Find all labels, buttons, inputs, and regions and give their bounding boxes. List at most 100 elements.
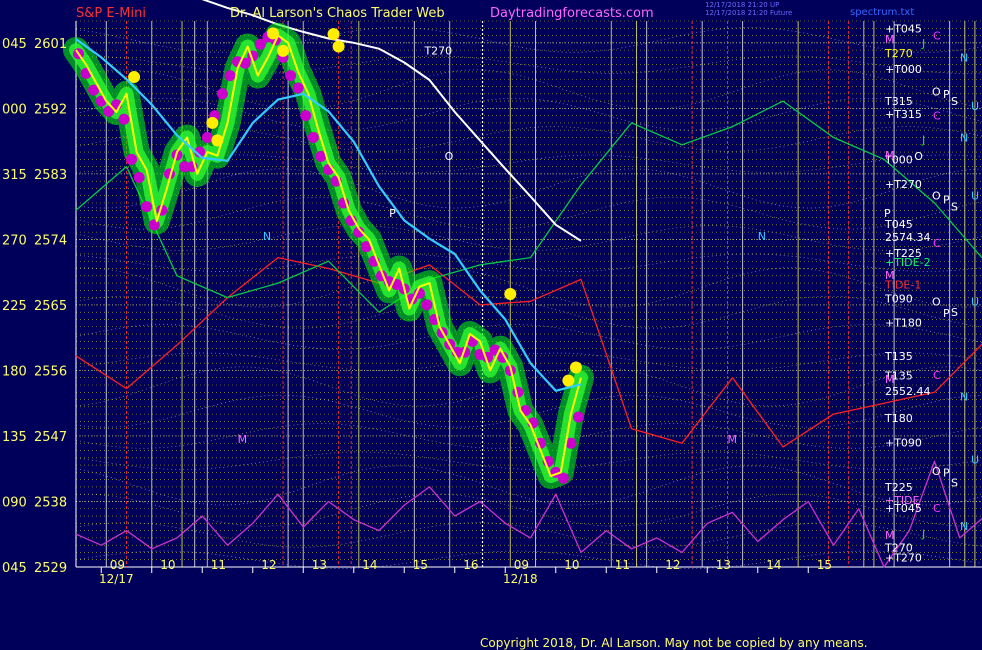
x-tick-label: 11 — [615, 558, 630, 572]
energy-dot — [307, 131, 319, 143]
angle-tick-label: 135 — [2, 430, 27, 445]
far-right-marker: C — [933, 502, 941, 515]
x-tick-label: 13 — [312, 558, 327, 572]
right-level-label: T090 — [884, 292, 913, 305]
price-tick-label: 2574 — [34, 233, 67, 248]
copyright: Copyright 2018, Dr. Al Larson. May not b… — [480, 636, 868, 650]
chart-marker: N — [263, 230, 271, 243]
far-right-marker: P — [943, 88, 950, 101]
right-marker: O — [932, 190, 941, 203]
energy-dot — [300, 110, 312, 122]
far-right-marker: U — [971, 190, 979, 203]
far-right-marker: C — [933, 110, 941, 123]
chaos-trader-chart: +T045 T270 +T000 T315 +T315 T000 +T270 T045 2574… — [0, 0, 982, 650]
gold-point — [327, 28, 340, 41]
right-marker: S — [951, 477, 958, 490]
price-tick-label: 2565 — [34, 299, 67, 314]
right-level-label: +T090 — [885, 437, 922, 450]
x-tick-label: 12 — [261, 558, 276, 572]
right-level-label: 2574.34 — [885, 231, 931, 244]
right-marker: S — [951, 95, 958, 108]
site-name[interactable]: Daytradingforecasts.com — [490, 6, 654, 21]
energy-dot — [572, 411, 584, 423]
far-right-marker: N — [960, 391, 968, 404]
right-marker: M — [885, 33, 895, 46]
far-right-marker: N — [960, 131, 968, 144]
energy-dot — [126, 153, 138, 165]
far-right-marker: C — [933, 30, 941, 43]
energy-dot — [421, 299, 433, 311]
chart-marker: N — [758, 230, 766, 243]
energy-dot — [141, 201, 153, 213]
right-level-label: T045 — [884, 218, 913, 231]
far-right-marker: C — [933, 369, 941, 382]
energy-dot — [133, 172, 145, 184]
gold-point — [504, 288, 517, 300]
gold-point — [266, 27, 279, 40]
gold-point — [277, 44, 290, 57]
price-tick-label: 2547 — [34, 430, 67, 445]
right-level-label: 2552.44 — [885, 385, 931, 398]
far-right-marker: P — [943, 466, 950, 479]
x-tick-label: 09 — [110, 558, 125, 572]
energy-dot — [216, 88, 228, 100]
gold-point — [562, 374, 575, 387]
chart-marker: O — [914, 150, 923, 163]
x-tick-label: 09 — [514, 558, 529, 572]
energy-dot — [224, 70, 236, 82]
far-right-marker: P — [943, 193, 950, 206]
far-right-marker: U — [971, 295, 979, 308]
far-right-marker: C — [933, 237, 941, 250]
chart-marker: T270 — [423, 44, 452, 57]
right-level-label: T180 — [884, 412, 913, 425]
angle-tick-label: 090 — [2, 495, 27, 510]
price-tick-label: 2601 — [34, 37, 67, 52]
energy-dot — [118, 113, 130, 125]
chart-marker: M — [727, 433, 737, 446]
right-marker: J — [921, 528, 925, 541]
angle-tick-label: 180 — [2, 364, 27, 379]
right-level-label: +T315 — [885, 108, 922, 121]
x-tick-label: 15 — [817, 558, 832, 572]
far-right-marker: P — [943, 307, 950, 320]
price-tick-label: 2538 — [34, 495, 67, 510]
gold-point — [332, 40, 345, 53]
energy-dot — [292, 82, 304, 94]
x-tick-label: 11 — [211, 558, 226, 572]
angle-tick-label: 225 — [2, 299, 27, 314]
right-marker: M — [885, 269, 895, 282]
x-tick-label: 14 — [766, 558, 781, 572]
date-label: 12/18 — [503, 572, 538, 586]
timestamp-1: 12/17/2018 21:20 UP — [705, 1, 779, 9]
right-marker: S — [951, 201, 958, 214]
gold-point — [211, 134, 224, 147]
chart-title: S&P E-Mini — [76, 6, 146, 21]
right-marker: M — [885, 149, 895, 162]
x-tick-label: 16 — [463, 558, 478, 572]
right-level-label: T270 — [884, 47, 913, 60]
right-marker: S — [951, 306, 958, 319]
right-level-label: +T000 — [885, 63, 922, 76]
energy-dot — [557, 472, 569, 484]
chart-subtitle: Dr. Al Larson's Chaos Trader Web — [230, 6, 445, 21]
angle-tick-label: 045 — [2, 561, 27, 576]
x-tick-label: 12 — [665, 558, 680, 572]
right-level-label: +T045 — [885, 502, 922, 515]
chart-svg: +T045T270+T000T315+T315T000+T270T0452574… — [0, 0, 982, 650]
gold-point — [569, 361, 582, 374]
energy-dot — [285, 70, 297, 82]
angle-tick-label: 000 — [2, 102, 27, 117]
far-right-marker: N — [960, 51, 968, 64]
chart-marker: P — [884, 207, 891, 220]
right-level-label: T225 — [884, 481, 913, 494]
chart-marker: O — [445, 150, 454, 163]
far-right-marker: U — [971, 453, 979, 466]
right-marker: M — [885, 529, 895, 542]
x-tick-label: 13 — [716, 558, 731, 572]
gold-point — [206, 116, 219, 129]
chart-marker: P — [389, 207, 396, 220]
right-marker: O — [932, 295, 941, 308]
price-tick-label: 2529 — [34, 561, 67, 576]
right-marker: J — [921, 37, 925, 50]
price-tick-label: 2556 — [34, 364, 67, 379]
